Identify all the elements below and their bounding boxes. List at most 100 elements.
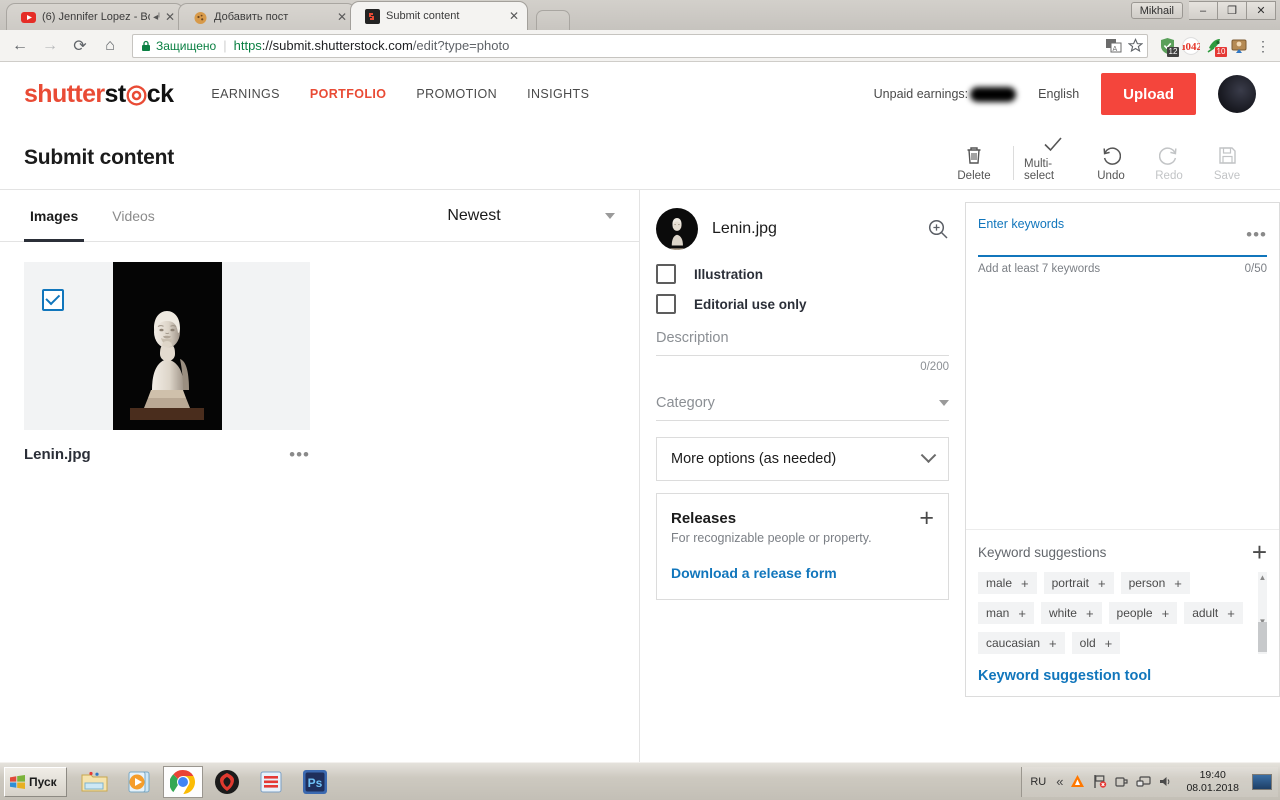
- taskbar-antivirus-icon[interactable]: [207, 766, 247, 798]
- magnify-plus-icon[interactable]: [927, 218, 949, 240]
- minimize-button[interactable]: –: [1189, 1, 1218, 20]
- illustration-checkbox-row: Illustration: [656, 264, 949, 284]
- language-selector[interactable]: English: [1038, 87, 1079, 101]
- network-icon[interactable]: [1136, 774, 1152, 789]
- show-desktop-button[interactable]: [1252, 773, 1272, 790]
- undo-button[interactable]: Undo: [1082, 145, 1140, 182]
- keywords-input-area[interactable]: Enter keywords ••• Add at least 7 keywor…: [966, 203, 1279, 275]
- add-release-icon[interactable]: +: [919, 506, 934, 531]
- extension-downloader-icon[interactable]: [1228, 34, 1250, 58]
- extension-savefrom-icon[interactable]: 10: [1204, 34, 1227, 58]
- taskbar-photoshop-icon[interactable]: Ps: [295, 766, 335, 798]
- chip-add-icon[interactable]: +: [1018, 606, 1026, 621]
- tab-images[interactable]: Images: [24, 190, 85, 242]
- chip-people[interactable]: people +: [1108, 602, 1178, 624]
- description-field[interactable]: Description 0/200: [656, 330, 949, 373]
- nav-item-earnings[interactable]: EARNINGS: [211, 87, 280, 101]
- back-button[interactable]: ←: [6, 33, 34, 59]
- avast-icon[interactable]: [1070, 774, 1085, 789]
- illustration-checkbox[interactable]: [656, 264, 676, 284]
- chip-add-icon[interactable]: +: [1227, 606, 1235, 621]
- address-bar[interactable]: Защищено | https://submit.shutterstock.c…: [132, 33, 1148, 58]
- browser-tab-youtube[interactable]: (6) Jennifer Lopez - Boo ◂ᴵ ✕: [6, 3, 184, 30]
- delete-button[interactable]: Delete: [945, 145, 1003, 182]
- window-user-label[interactable]: Mikhail: [1130, 2, 1183, 19]
- forward-button[interactable]: →: [36, 33, 64, 59]
- nav-item-insights[interactable]: INSIGHTS: [527, 87, 589, 101]
- start-button[interactable]: Пуск: [4, 766, 67, 797]
- suggestions-scrollbar[interactable]: ▲ ▼: [1258, 572, 1267, 654]
- editor-toolbar: Delete Multi-select Undo Redo Save: [945, 133, 1256, 182]
- asset-select-checkbox[interactable]: [42, 289, 64, 311]
- chip-add-icon[interactable]: +: [1174, 576, 1182, 591]
- chip-add-icon[interactable]: +: [1105, 636, 1113, 651]
- chip-add-icon[interactable]: +: [1049, 636, 1057, 651]
- new-tab-button[interactable]: [536, 10, 570, 30]
- tray-expand-icon[interactable]: «: [1056, 774, 1063, 789]
- chip-adult[interactable]: adult +: [1184, 602, 1243, 624]
- browser-tab-add-post[interactable]: Добавить пост ✕: [178, 3, 356, 30]
- taskbar-explorer-icon[interactable]: [75, 766, 115, 798]
- download-release-form-link[interactable]: Download a release form: [671, 565, 934, 581]
- chip-add-icon[interactable]: +: [1021, 576, 1029, 591]
- chip-add-icon[interactable]: +: [1098, 576, 1106, 591]
- asset-card[interactable]: Lenin.jpg •••: [24, 262, 310, 463]
- browser-tab-submit-content[interactable]: Submit content ✕: [350, 1, 528, 30]
- tab-videos[interactable]: Videos: [106, 190, 161, 242]
- add-all-suggestions-icon[interactable]: +: [1252, 539, 1267, 565]
- taskbar-text-editor-icon[interactable]: [251, 766, 291, 798]
- asset-thumbnail[interactable]: [24, 262, 310, 430]
- tab-audio-icon[interactable]: ◂ᴵ: [150, 12, 163, 23]
- tab-close-icon[interactable]: ✕: [335, 10, 349, 24]
- home-button[interactable]: ⌂: [96, 33, 124, 59]
- asset-list-panel: Images Videos Newest Lenin.jpg •••: [0, 190, 640, 762]
- taskbar-clock[interactable]: 19:40 08.01.2018: [1180, 769, 1245, 795]
- chip-white[interactable]: white +: [1040, 602, 1102, 624]
- scrollbar-thumb[interactable]: [1258, 622, 1267, 652]
- windows-taskbar: Пуск Ps RU « 19:40 08.01.2018: [0, 762, 1280, 800]
- usb-icon[interactable]: [1114, 774, 1129, 789]
- save-button[interactable]: Save: [1198, 145, 1256, 182]
- editorial-checkbox[interactable]: [656, 294, 676, 314]
- more-options-accordion[interactable]: More options (as needed): [656, 437, 949, 481]
- keywords-more-icon[interactable]: •••: [1246, 217, 1267, 243]
- site-header-right: Unpaid earnings: English Upload: [874, 73, 1256, 115]
- chip-male[interactable]: male +: [978, 572, 1037, 594]
- keyword-suggestion-tool-link[interactable]: Keyword suggestion tool: [978, 668, 1267, 684]
- taskbar-chrome-icon[interactable]: [162, 765, 203, 798]
- chip-old[interactable]: old +: [1071, 632, 1121, 654]
- maximize-button[interactable]: ❐: [1218, 1, 1247, 20]
- translate-icon[interactable]: A: [1106, 38, 1122, 53]
- tab-close-icon[interactable]: ✕: [507, 9, 521, 23]
- extension-yandex-icon[interactable]: \u042f: [1180, 34, 1202, 58]
- scroll-up-icon[interactable]: ▲: [1259, 574, 1267, 582]
- sort-dropdown[interactable]: Newest: [355, 207, 615, 225]
- tray-language-indicator[interactable]: RU: [1030, 776, 1046, 788]
- chip-man[interactable]: man +: [978, 602, 1034, 624]
- reload-button[interactable]: ⟳: [66, 33, 94, 59]
- star-icon[interactable]: [1128, 38, 1143, 53]
- chip-caucasian[interactable]: caucasian +: [978, 632, 1065, 654]
- category-placeholder: Category: [656, 395, 715, 411]
- browser-menu-icon[interactable]: ⋮: [1252, 39, 1274, 53]
- category-field[interactable]: Category: [656, 395, 949, 421]
- tab-close-icon[interactable]: ✕: [163, 10, 177, 24]
- extension-adguard-icon[interactable]: 12: [1156, 34, 1179, 58]
- chip-portrait[interactable]: portrait +: [1043, 572, 1114, 594]
- chip-add-icon[interactable]: +: [1086, 606, 1094, 621]
- redo-button[interactable]: Redo: [1140, 145, 1198, 182]
- nav-item-portfolio[interactable]: PORTFOLIO: [310, 87, 387, 101]
- chip-person[interactable]: person +: [1120, 572, 1190, 594]
- shutterstock-logo[interactable]: shutterst◎ck: [24, 79, 174, 109]
- flag-icon[interactable]: [1092, 774, 1107, 789]
- chip-add-icon[interactable]: +: [1162, 606, 1170, 621]
- tab-title: Submit content: [386, 10, 460, 22]
- multi-select-button[interactable]: Multi-select: [1024, 133, 1082, 182]
- volume-icon[interactable]: [1158, 774, 1173, 789]
- nav-item-promotion[interactable]: PROMOTION: [416, 87, 497, 101]
- upload-button[interactable]: Upload: [1101, 73, 1196, 115]
- avatar[interactable]: [1218, 75, 1256, 113]
- taskbar-media-player-icon[interactable]: [119, 766, 159, 798]
- asset-more-icon[interactable]: •••: [289, 446, 310, 463]
- close-window-button[interactable]: ✕: [1247, 1, 1276, 20]
